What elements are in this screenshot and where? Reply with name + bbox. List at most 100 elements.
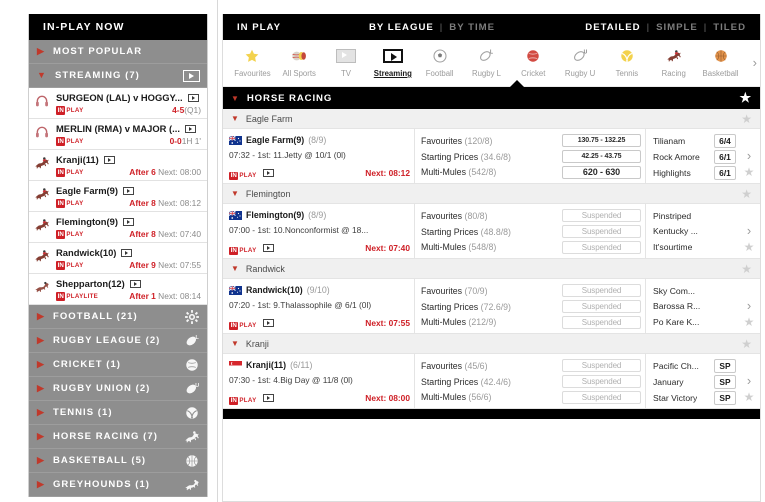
sport-tab-tennis[interactable]: Tennis — [604, 45, 651, 78]
race-group-header-kranji[interactable]: ▼ Kranji ★ — [223, 334, 760, 354]
market-row[interactable]: Starting Prices (48.8/8) — [421, 225, 560, 241]
race-group-name: Flemington — [245, 188, 291, 199]
favorite-star-icon[interactable]: ★ — [744, 316, 755, 328]
sport-tab-rugby-u[interactable]: U Rugby U — [557, 45, 604, 78]
tv-icon[interactable] — [262, 168, 274, 177]
favorite-star-icon[interactable]: ★ — [744, 166, 755, 178]
market-odds-box[interactable]: 130.75 - 132.25 — [562, 134, 641, 148]
race-group-name: Randwick — [245, 263, 285, 274]
market-row[interactable]: Starting Prices (72.6/9) — [421, 300, 560, 316]
favorite-star-icon[interactable]: ★ — [741, 112, 752, 126]
streaming-event-item[interactable]: Shepparton(12) IN PLAYLITE After 1 Next:… — [29, 274, 207, 305]
sidebar-category-most-popular[interactable]: ▶ MOST POPULAR — [29, 40, 207, 64]
streaming-event-item[interactable]: MERLIN (RMA) v MAJOR (... IN PLAY 0-01H … — [29, 119, 207, 150]
selection-price-button[interactable]: SP — [714, 359, 736, 373]
favorite-star-icon[interactable]: ★ — [741, 187, 752, 201]
race-group-header-eagle-farm[interactable]: ▼ Eagle Farm ★ — [223, 109, 760, 129]
triangle-right-icon: ▶ — [37, 311, 45, 321]
tv-icon[interactable] — [122, 217, 134, 226]
streaming-event-item[interactable]: Kranji(11) IN PLAY After 6 Next: 08:00 — [29, 150, 207, 181]
view-tiled-button[interactable]: TILED — [713, 22, 746, 33]
tv-icon[interactable] — [262, 243, 274, 252]
sort-by-time-button[interactable]: BY TIME — [449, 22, 495, 33]
selection-price-button[interactable]: SP — [714, 375, 736, 389]
tv-icon[interactable] — [103, 155, 115, 164]
in-play-betting-app: IN-PLAY NOW ▶ MOST POPULAR ▼ STREAMING (… — [0, 0, 765, 502]
streaming-event-item[interactable]: SURGEON (LAL) v HOGGY... IN PLAY 4-5(Q1) — [29, 88, 207, 119]
market-row[interactable]: Favourites (120/8) — [421, 134, 560, 150]
sidebar-sport-horse-racing[interactable]: ▶ HORSE RACING (7) — [29, 425, 207, 449]
sport-tab-all-sports[interactable]: All Sports — [276, 45, 323, 78]
market-row[interactable]: Favourites (45/6) — [421, 359, 560, 375]
market-odds-box[interactable]: 42.25 - 43.75 — [562, 149, 641, 164]
market-row[interactable]: Favourites (70/9) — [421, 284, 560, 300]
favorite-star-icon[interactable]: ★ — [744, 391, 755, 403]
tv-icon[interactable] — [184, 124, 196, 133]
favorite-star-icon[interactable]: ★ — [739, 90, 752, 106]
sidebar-sport-cricket[interactable]: ▶ CRICKET (1) — [29, 353, 207, 377]
sport-tab-basketball[interactable]: Basketball — [697, 45, 744, 78]
in-play-play-label: PLAYLITE — [66, 293, 99, 300]
race-name[interactable]: Flemington(9) — [246, 209, 304, 221]
sidebar-sport-rugby-union[interactable]: ▶ RUGBY UNION (2) U — [29, 377, 207, 401]
tv-icon[interactable] — [123, 186, 134, 195]
race-group-header-flemington[interactable]: ▼ Flemington ★ — [223, 184, 760, 204]
chevron-right-icon[interactable]: › — [747, 224, 751, 237]
market-row[interactable]: Multi-Mules (548/8) — [421, 240, 560, 256]
tv-icon[interactable] — [262, 393, 274, 402]
selection-price-button[interactable]: 6/4 — [714, 134, 736, 148]
sidebar-sport-greyhounds[interactable]: ▶ GREYHOUNDS (1) — [29, 473, 207, 497]
sidebar-sport-basketball[interactable]: ▶ BASKETBALL (5) — [29, 449, 207, 473]
sidebar-sport-tennis[interactable]: ▶ TENNIS (1) — [29, 401, 207, 425]
favorite-star-icon[interactable]: ★ — [741, 262, 752, 276]
tv-icon[interactable] — [262, 318, 274, 327]
sport-tab-cricket[interactable]: Cricket — [510, 45, 557, 78]
tv-icon[interactable] — [129, 279, 141, 288]
market-row[interactable]: Starting Prices (34.6/8) — [421, 150, 560, 166]
race-name[interactable]: Randwick(10) — [246, 284, 303, 296]
favorite-star-icon[interactable]: ★ — [741, 337, 752, 351]
tv-icon[interactable] — [187, 93, 199, 102]
race-inplay-group: IN PLAY — [229, 239, 274, 257]
sidebar-sport-rugby-league[interactable]: ▶ RUGBY LEAGUE (2) L — [29, 329, 207, 353]
view-detailed-button[interactable]: DETAILED — [585, 22, 640, 33]
race-info: Randwick(10) (9/10) 07:20 - 1st: 9.Thala… — [223, 279, 415, 333]
selection-price-button[interactable]: 6/1 — [714, 150, 736, 164]
sport-tab-racing[interactable]: Racing — [650, 45, 697, 78]
view-simple-button[interactable]: SIMPLE — [656, 22, 698, 33]
streaming-event-item[interactable]: Flemington(9) IN PLAY After 8 Next: 07:4… — [29, 212, 207, 243]
sidebar-sport-football[interactable]: ▶ FOOTBALL (21) — [29, 305, 207, 329]
chevron-right-icon[interactable]: › — [747, 149, 751, 162]
race-name[interactable]: Kranji(11) — [246, 359, 286, 371]
sport-tab-football[interactable]: Football — [416, 45, 463, 78]
streaming-event-item[interactable]: Eagle Farm(9) IN PLAY After 8 Next: 08:1… — [29, 181, 207, 212]
race-name[interactable]: Eagle Farm(9) — [246, 134, 304, 146]
tv-icon[interactable] — [121, 248, 133, 257]
sport-tab-streaming[interactable]: Streaming — [369, 45, 416, 78]
sport-tab-rugby-l[interactable]: L Rugby L — [463, 45, 510, 78]
market-row[interactable]: Starting Prices (42.4/6) — [421, 375, 560, 391]
sidebar: IN-PLAY NOW ▶ MOST POPULAR ▼ STREAMING (… — [0, 0, 218, 502]
race-group-header-randwick[interactable]: ▼ Randwick ★ — [223, 259, 760, 279]
sport-tab-favourites[interactable]: Favourites — [229, 45, 276, 78]
sidebar-category-streaming[interactable]: ▼ STREAMING (7) — [29, 64, 207, 88]
market-row[interactable]: Favourites (80/8) — [421, 209, 560, 225]
selection-price-button[interactable]: SP — [714, 391, 736, 405]
market-row[interactable]: Multi-Mules (212/9) — [421, 315, 560, 331]
market-odds-box[interactable]: 620 - 630 — [562, 165, 641, 179]
market-row[interactable]: Multi-Mules (56/6) — [421, 390, 560, 406]
chevron-right-icon[interactable]: › — [747, 374, 751, 387]
section-header-horse-racing[interactable]: ▼ HORSE RACING ★ — [223, 87, 760, 109]
sport-tab-label: All Sports — [282, 69, 316, 78]
streaming-event-item[interactable]: Randwick(10) IN PLAY After 9 Next: 07:55 — [29, 243, 207, 274]
sort-by-league-button[interactable]: BY LEAGUE — [369, 22, 434, 33]
streaming-tv-toggle[interactable] — [183, 69, 200, 82]
race-count: (6/11) — [290, 360, 313, 370]
chevron-right-icon[interactable]: › — [753, 55, 757, 70]
favorite-star-icon[interactable]: ★ — [744, 241, 755, 253]
tv-icon — [336, 49, 357, 63]
chevron-right-icon[interactable]: › — [747, 299, 751, 312]
market-row[interactable]: Multi-Mules (542/8) — [421, 165, 560, 181]
sport-tab-tv[interactable]: TV — [323, 45, 370, 78]
selection-price-button[interactable]: 6/1 — [714, 166, 736, 180]
